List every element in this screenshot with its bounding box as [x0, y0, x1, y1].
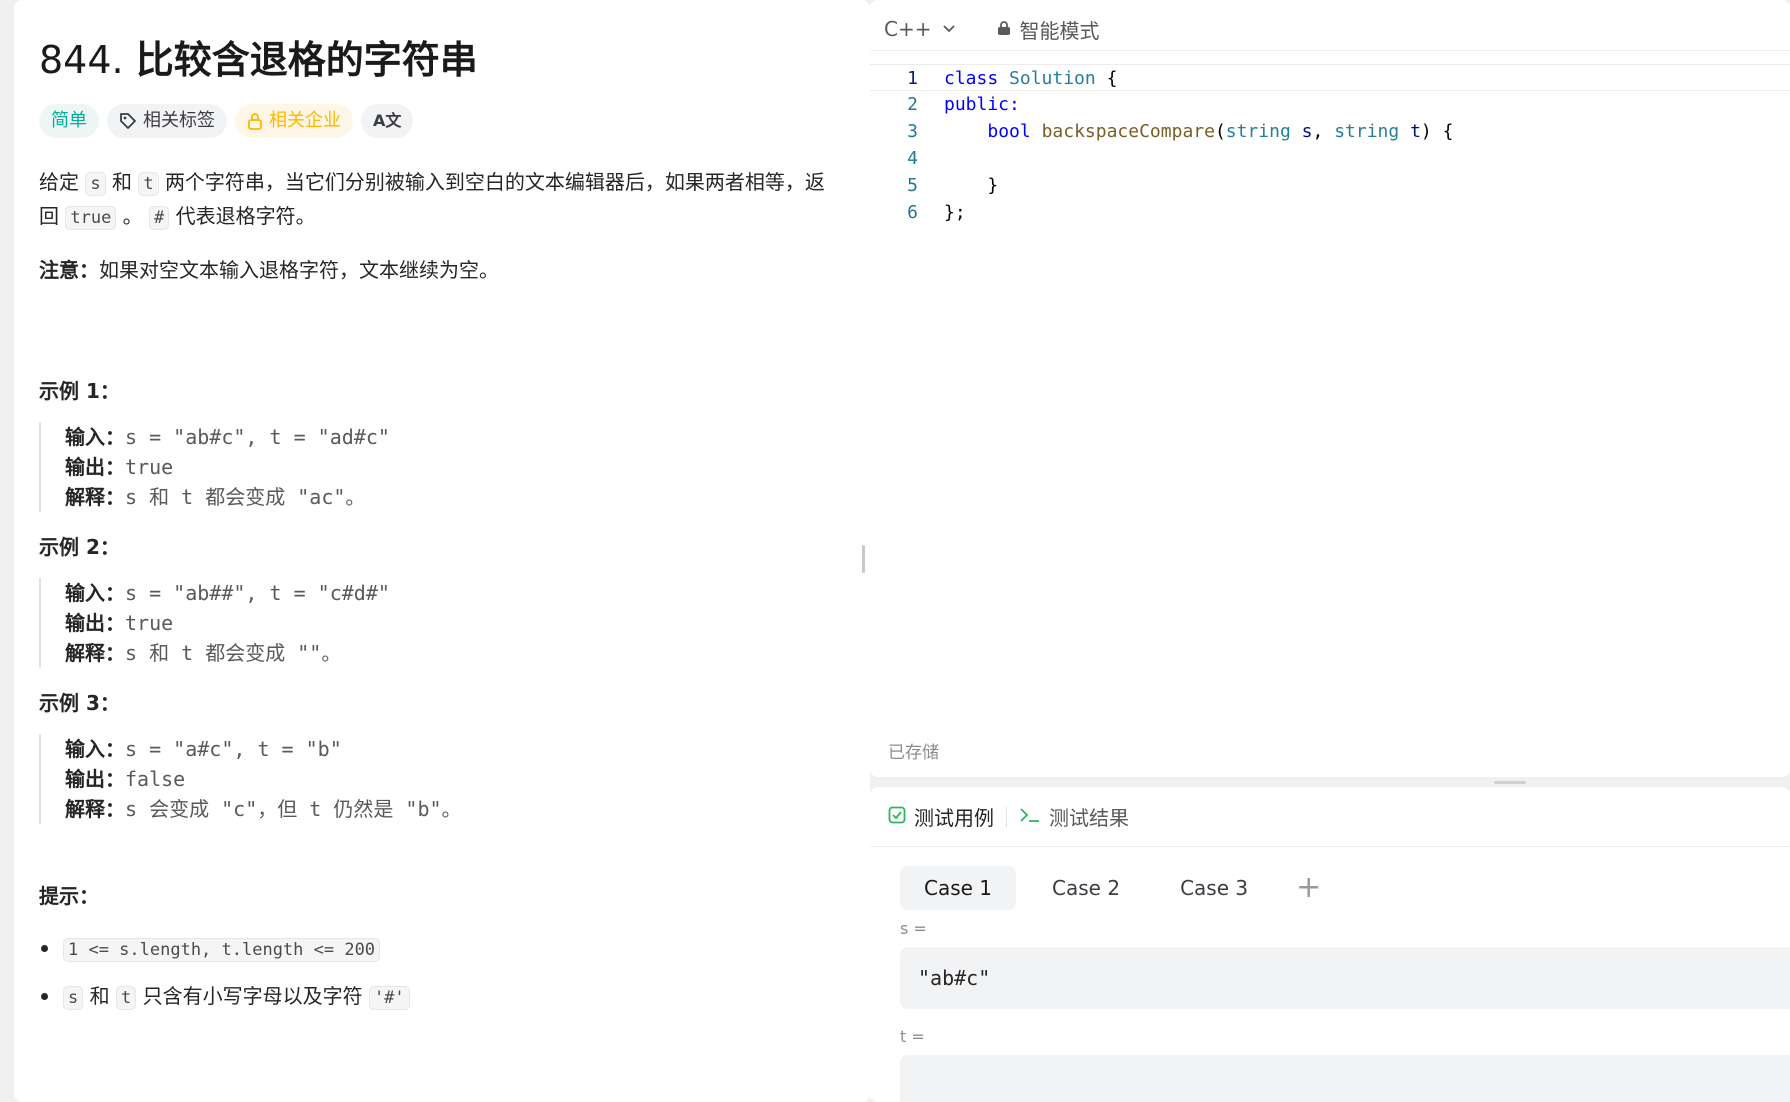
- code-area[interactable]: 1 class Solution { 2 public: 3 bool back…: [870, 64, 1790, 226]
- code-line[interactable]: 1 class Solution {: [870, 64, 1790, 91]
- test-panel-tabs: 测试用例 测试结果: [870, 787, 1790, 847]
- code-line[interactable]: 5 }: [870, 172, 1790, 199]
- line-number: 1: [907, 68, 918, 89]
- tips-title: 提示：: [39, 884, 99, 908]
- related-tags-label: 相关标签: [143, 110, 215, 131]
- line-number: 4: [907, 148, 918, 169]
- problem-name: 比较含退格的字符串: [135, 38, 478, 82]
- code-line[interactable]: 4: [870, 145, 1790, 172]
- test-panel: 测试用例 测试结果 Case 1 Case 2 Case 3 + s = "ab…: [870, 787, 1790, 1102]
- related-tags-button[interactable]: 相关标签: [107, 104, 227, 138]
- example-title: 示例 2：: [39, 535, 120, 559]
- inline-code-t: t: [138, 172, 159, 196]
- tips-list: 1 <= s.length, t.length <= 200 s 和 t 只含有…: [39, 933, 829, 1013]
- tip-constraint-code: 1 <= s.length, t.length <= 200: [63, 938, 381, 962]
- inline-code-true: true: [65, 206, 117, 230]
- difficulty-badge[interactable]: 简单: [39, 104, 99, 138]
- var-s-label-text: s =: [900, 919, 927, 938]
- line-number: 2: [907, 94, 918, 115]
- lock-icon: [997, 17, 1011, 41]
- example-title: 示例 1：: [39, 379, 120, 403]
- line-number: 6: [907, 202, 918, 223]
- example-block: 输入：s = "ab#c", t = "ad#c" 输出：true 解释：s 和…: [39, 422, 829, 512]
- translate-button[interactable]: A文: [361, 104, 414, 138]
- var-s-input[interactable]: "ab#c": [900, 947, 1790, 1009]
- smart-mode-toggle[interactable]: 智能模式: [997, 15, 1099, 44]
- checkbox-icon: [888, 805, 906, 829]
- add-case-button[interactable]: +: [1284, 866, 1333, 910]
- example-block: 输入：s = "ab##", t = "c#d#" 输出：true 解释：s 和…: [39, 578, 829, 668]
- horizontal-resize-handle[interactable]: [1494, 781, 1526, 784]
- tab-results[interactable]: 测试结果: [1019, 802, 1129, 831]
- problem-panel: 844. 比较含退格的字符串 简单 相关标签 相关企业 A文 给定 s 和 t …: [14, 0, 870, 1102]
- inline-code-hash: #: [149, 206, 170, 230]
- tab-results-label: 测试结果: [1049, 806, 1129, 830]
- case-tabs: Case 1 Case 2 Case 3 +: [900, 866, 1333, 910]
- example-title: 示例 3：: [39, 691, 120, 715]
- problem-description: 给定 s 和 t 两个字符串，当它们分别被输入到空白的文本编辑器后，如果两者相等…: [39, 166, 829, 286]
- problem-number: 844.: [39, 38, 124, 82]
- tab-testcases[interactable]: 测试用例: [888, 802, 994, 831]
- tip-item: 1 <= s.length, t.length <= 200: [39, 933, 829, 965]
- related-companies-label: 相关企业: [269, 110, 341, 131]
- example-block: 输入：s = "a#c", t = "b" 输出：false 解释：s 会变成 …: [39, 734, 829, 824]
- example-2: 示例 2： 输入：s = "ab##", t = "c#d#" 输出：true …: [39, 532, 829, 668]
- lock-icon: [247, 112, 263, 130]
- var-t-input[interactable]: [900, 1055, 1790, 1102]
- language-select[interactable]: C++: [884, 17, 957, 41]
- description-paragraph: 给定 s 和 t 两个字符串，当它们分别被输入到空白的文本编辑器后，如果两者相等…: [39, 170, 825, 230]
- smart-mode-label: 智能模式: [1019, 18, 1100, 43]
- language-label: C++: [884, 17, 932, 41]
- saved-status: 已存储: [888, 743, 939, 763]
- example-1: 示例 1： 输入：s = "ab#c", t = "ad#c" 输出：true …: [39, 376, 829, 512]
- line-number: 3: [907, 121, 918, 142]
- inline-code-s: s: [85, 172, 106, 196]
- tag-row: 简单 相关标签 相关企业 A文: [39, 104, 829, 138]
- tab-divider: [1006, 806, 1007, 827]
- case-tab-2[interactable]: Case 2: [1028, 866, 1144, 910]
- case-tab-3[interactable]: Case 3: [1156, 866, 1272, 910]
- example-3: 示例 3： 输入：s = "a#c", t = "b" 输出：false 解释：…: [39, 688, 829, 824]
- related-companies-button[interactable]: 相关企业: [235, 104, 353, 138]
- terminal-icon: [1019, 805, 1041, 829]
- code-line[interactable]: 2 public:: [870, 91, 1790, 118]
- code-line[interactable]: 6 };: [870, 199, 1790, 226]
- difficulty-label: 简单: [51, 110, 87, 131]
- toolbar-divider: [870, 50, 1790, 51]
- chevron-down-icon: [941, 17, 957, 41]
- tag-icon: [119, 112, 137, 130]
- tab-testcases-label: 测试用例: [914, 806, 994, 830]
- note-paragraph: 注意：如果对空文本输入退格字符，文本继续为空。: [39, 258, 499, 282]
- code-line[interactable]: 3 bool backspaceCompare(string s, string…: [870, 118, 1790, 145]
- tip-item: s 和 t 只含有小写字母以及字符 '#': [39, 981, 829, 1013]
- var-t-label: t =: [900, 1027, 925, 1046]
- problem-title: 844. 比较含退格的字符串: [39, 36, 829, 84]
- translate-icon: A文: [373, 111, 402, 130]
- case-tab-1[interactable]: Case 1: [900, 866, 1017, 910]
- code-editor-panel: C++ 智能模式 1 class Solution { 2 public: 3 …: [870, 0, 1790, 777]
- vertical-resize-handle[interactable]: [862, 545, 865, 573]
- line-number: 5: [907, 175, 918, 196]
